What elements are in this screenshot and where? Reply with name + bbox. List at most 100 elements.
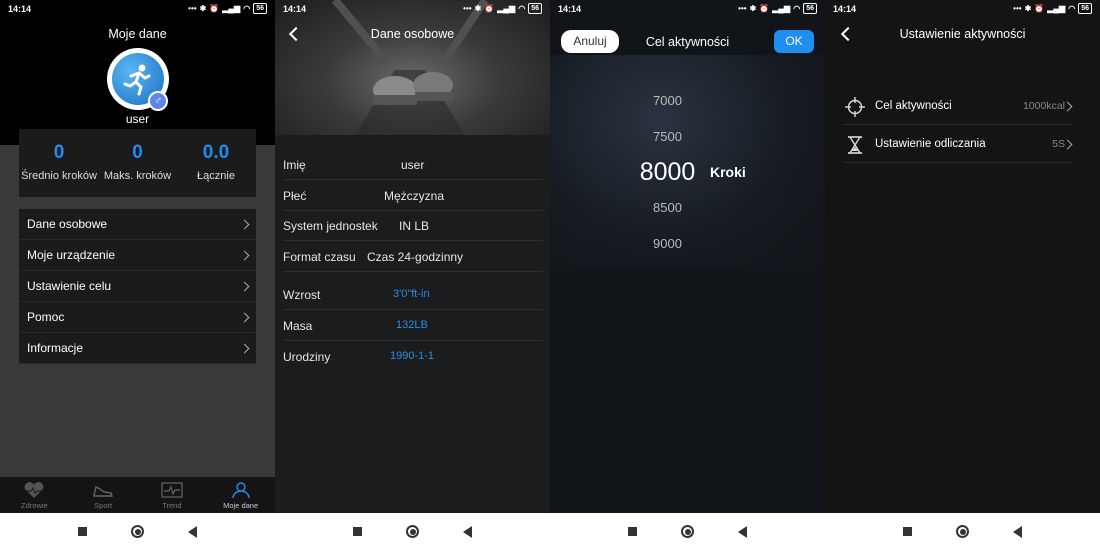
signal-icon: ▂▄▆: [772, 4, 791, 13]
person-icon: [231, 481, 250, 498]
system-nav-bar: [0, 513, 275, 550]
screen-moje-dane: 14:14 ••• ✱ ⏰ ▂▄▆ ◠ 56 Moje dane ♂ user …: [0, 0, 275, 550]
field-masa[interactable]: Masa 132LB: [283, 310, 543, 341]
setting-label: Ustawienie odliczania: [875, 138, 986, 150]
tab-label: Trend: [162, 500, 182, 510]
status-icons: ••• ✱ ⏰ ▂▄▆ ◠ 56: [1013, 3, 1092, 14]
alarm-icon: ⏰: [1034, 4, 1045, 13]
field-plec[interactable]: Płeć Mężczyzna: [283, 180, 543, 211]
stat-value: 0: [132, 142, 143, 163]
stat-value: 0: [53, 142, 65, 163]
picker-unit: Kroki: [710, 164, 746, 180]
tab-sport[interactable]: Sport: [69, 477, 138, 513]
field-system-jednostek[interactable]: System jednostek IN LB: [283, 210, 543, 241]
status-time: 14:14: [8, 4, 32, 14]
field-label: Masa: [283, 319, 313, 333]
menu-item-label: Pomoc: [27, 310, 65, 324]
stat-label: Średnio kroków: [21, 170, 97, 182]
tab-trend[interactable]: Trend: [138, 477, 207, 513]
bluetooth-icon: ✱: [1024, 4, 1032, 13]
battery-icon: 56: [528, 3, 542, 14]
status-bar: 14:14 ••• ✱ ⏰ ▂▄▆ ◠ 56: [825, 0, 1100, 18]
field-value: IN LB: [399, 219, 430, 233]
wifi-icon: ◠: [793, 4, 801, 13]
setting-value: 1000kcal: [1022, 100, 1065, 112]
setting-cel-aktywnosci[interactable]: Cel aktywności 1000kcal: [843, 88, 1073, 125]
alarm-icon: ⏰: [759, 4, 770, 13]
screen-cel-aktywnosci: 14:14 ••• ✱ ⏰ ▂▄▆ ◠ 56 Anuluj Cel aktywn…: [550, 0, 825, 550]
back-icon[interactable]: [188, 525, 197, 538]
menu-item-label: Ustawienie celu: [27, 279, 112, 293]
setting-label: Cel aktywności: [875, 100, 952, 112]
ok-button[interactable]: OK: [774, 30, 814, 53]
setting-ustawienie-odliczania[interactable]: Ustawienie odliczania 5S: [843, 126, 1073, 163]
field-value: user: [401, 158, 425, 172]
status-icons: ••• ✱ ⏰ ▂▄▆ ◠ 56: [188, 3, 267, 14]
recents-icon[interactable]: [903, 527, 912, 536]
more-icon: •••: [1013, 4, 1022, 13]
menu-item-informacje[interactable]: Informacje: [19, 333, 256, 364]
recents-icon[interactable]: [628, 527, 637, 536]
menu-item-pomoc[interactable]: Pomoc: [19, 302, 256, 333]
picker-option[interactable]: 7500: [645, 129, 690, 144]
username: user: [125, 112, 150, 126]
settings-menu: Dane osobowe Moje urządzenie Ustawienie …: [19, 209, 256, 364]
menu-item-label: Dane osobowe: [27, 217, 108, 231]
target-icon: [845, 97, 865, 117]
home-icon[interactable]: [681, 525, 694, 538]
system-nav-bar: [275, 513, 550, 550]
menu-item-ustawienie-celu[interactable]: Ustawienie celu: [19, 271, 256, 302]
signal-icon: ▂▄▆: [497, 4, 516, 13]
page-title: Moje dane: [108, 27, 167, 41]
battery-icon: 56: [1078, 3, 1092, 14]
tab-zdrowie[interactable]: Zdrowie: [0, 477, 69, 513]
picker-option[interactable]: 7000: [645, 93, 690, 108]
home-icon[interactable]: [131, 525, 144, 538]
page-title: Dane osobowe: [370, 27, 455, 41]
recents-icon[interactable]: [78, 527, 87, 536]
field-label: System jednostek: [283, 219, 378, 233]
menu-item-dane-osobowe[interactable]: Dane osobowe: [19, 209, 256, 240]
back-icon[interactable]: [463, 525, 472, 538]
back-icon[interactable]: [1013, 525, 1022, 538]
stat-total: 0.0 Łącznie: [176, 142, 256, 182]
system-nav-bar: [825, 513, 1100, 550]
picker-option[interactable]: 8500: [645, 200, 690, 215]
tab-label: Moje dane: [223, 500, 259, 510]
status-bar: 14:14 ••• ✱ ⏰ ▂▄▆ ◠ 56: [550, 0, 825, 18]
screen-dane-osobowe: 14:14 ••• ✱ ⏰ ▂▄▆ ◠ 56 Dane osobowe Imię…: [275, 0, 550, 550]
field-imie[interactable]: Imię user: [283, 149, 543, 180]
more-icon: •••: [738, 4, 747, 13]
field-wzrost[interactable]: Wzrost 3'0"ft-in: [283, 279, 543, 310]
stat-value: 0.0: [202, 142, 230, 163]
field-label: Płeć: [283, 189, 307, 203]
chevron-right-icon: [239, 250, 250, 260]
menu-item-moje-urzadzenie[interactable]: Moje urządzenie: [19, 240, 256, 271]
field-value: 132LB: [396, 319, 428, 331]
field-label: Imię: [283, 158, 306, 172]
status-bar: 14:14 ••• ✱ ⏰ ▂▄▆ ◠ 56: [0, 0, 275, 18]
tab-moje-dane[interactable]: Moje dane: [206, 477, 275, 513]
stat-label: Łącznie: [197, 170, 235, 182]
bluetooth-icon: ✱: [474, 4, 482, 13]
recents-icon[interactable]: [353, 527, 362, 536]
chevron-right-icon: [239, 343, 250, 353]
field-label: Urodziny: [283, 350, 331, 364]
home-icon[interactable]: [956, 525, 969, 538]
field-format-czasu[interactable]: Format czasu Czas 24-godzinny: [283, 241, 543, 272]
wifi-icon: ◠: [518, 4, 526, 13]
picker-option[interactable]: 9000: [645, 236, 690, 251]
tab-label: Sport: [94, 500, 113, 510]
field-label: Wzrost: [283, 288, 321, 302]
status-icons: ••• ✱ ⏰ ▂▄▆ ◠ 56: [738, 3, 817, 14]
picker-selected-value[interactable]: 8000: [635, 158, 700, 187]
header-photo: [275, 0, 550, 135]
status-time: 14:14: [283, 4, 307, 14]
field-urodziny[interactable]: Urodziny 1990-1-1: [283, 341, 543, 372]
back-icon[interactable]: [738, 525, 747, 538]
stat-average-steps: 0 Średnio kroków: [19, 142, 99, 182]
status-time: 14:14: [558, 4, 582, 14]
status-time: 14:14: [833, 4, 857, 14]
home-icon[interactable]: [406, 525, 419, 538]
status-bar: 14:14 ••• ✱ ⏰ ▂▄▆ ◠ 56: [275, 0, 550, 18]
